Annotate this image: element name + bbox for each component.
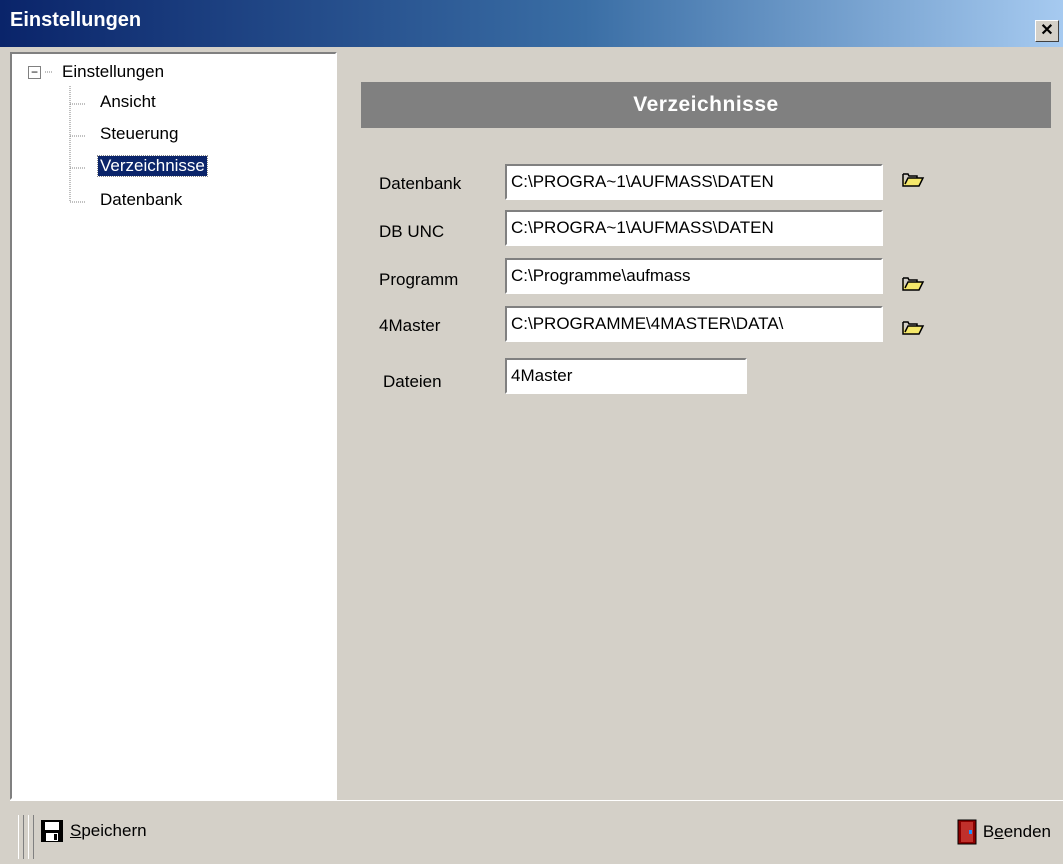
tree-item-datenbank[interactable]: Datenbank <box>98 190 184 210</box>
toolbar-grip[interactable] <box>18 815 24 859</box>
save-button[interactable]: Speichern <box>40 819 147 843</box>
label-dateien: Dateien <box>383 372 442 391</box>
folder-open-icon[interactable] <box>901 318 925 338</box>
label-db-unc: DB UNC <box>379 222 445 241</box>
title-bar: Einstellungen ✕ <box>0 0 1063 47</box>
db-unc-path-input[interactable]: C:\PROGRA~1\AUFMASS\DATEN <box>505 210 883 246</box>
save-button-label: Speichern <box>70 821 147 840</box>
close-icon: ✕ <box>1040 22 1054 39</box>
collapse-icon[interactable]: − <box>28 66 41 79</box>
toolbar-grip[interactable] <box>28 815 34 859</box>
datenbank-path-input[interactable]: C:\PROGRA~1\AUFMASS\DATEN <box>505 164 883 200</box>
label-programm: Programm <box>379 270 459 289</box>
tree-item-verzeichnisse[interactable]: Verzeichnisse <box>97 155 208 177</box>
floppy-disk-icon <box>41 820 63 842</box>
bottom-toolbar: Speichern Beenden <box>10 800 1063 864</box>
window-title: Einstellungen <box>10 9 142 31</box>
panel-title: Verzeichnisse <box>633 93 779 116</box>
label-datenbank: Datenbank <box>379 174 462 193</box>
directories-panel: Verzeichnisse Datenbank C:\PROGRA~1\AUFM… <box>337 52 1063 800</box>
settings-tree: − Einstellungen Ansicht Steuerung Verzei… <box>10 52 337 800</box>
dateien-input[interactable]: 4Master <box>505 358 747 394</box>
close-button[interactable]: ✕ <box>1035 20 1059 42</box>
4master-path-input[interactable]: C:\PROGRAMME\4MASTER\DATA\ <box>505 306 883 342</box>
folder-open-icon[interactable] <box>901 274 925 294</box>
programm-path-input[interactable]: C:\Programme\aufmass <box>505 258 883 294</box>
tree-root-einstellungen[interactable]: Einstellungen <box>62 62 164 82</box>
label-4master: 4Master <box>379 316 441 335</box>
exit-button[interactable]: Beenden <box>957 819 1051 845</box>
folder-open-icon[interactable] <box>901 170 925 190</box>
panel-header: Verzeichnisse <box>361 82 1051 128</box>
exit-button-label: Beenden <box>982 822 1051 841</box>
tree-item-ansicht[interactable]: Ansicht <box>98 92 158 112</box>
door-exit-icon <box>957 819 977 845</box>
tree-item-steuerung[interactable]: Steuerung <box>98 124 180 144</box>
